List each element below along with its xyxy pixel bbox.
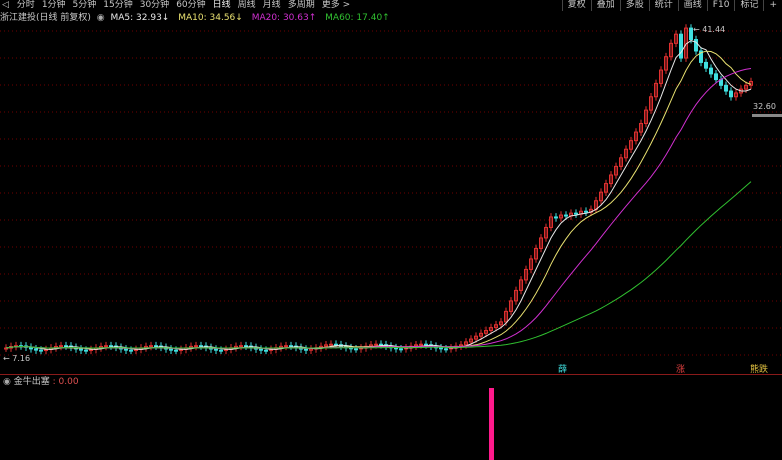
candle-body	[304, 348, 308, 351]
indicator-name: 金牛出塞	[13, 377, 50, 387]
candle-body	[124, 348, 128, 351]
candle-body	[439, 347, 443, 350]
candle-body	[194, 345, 198, 348]
candle-body	[59, 345, 63, 348]
candle-body	[564, 214, 568, 217]
candle-body	[34, 348, 38, 351]
high-price-label: ← 41.44	[693, 25, 725, 34]
indicator-icon[interactable]: ◉	[3, 377, 11, 387]
candle-body	[584, 210, 588, 213]
indicator-signal-bar	[489, 388, 494, 460]
candle-body	[129, 349, 133, 352]
ma10-line	[5, 50, 752, 349]
panel-divider	[0, 374, 782, 375]
candle-body	[149, 345, 153, 348]
candle-body	[714, 73, 718, 81]
candle-body	[399, 348, 403, 351]
candle-body	[169, 348, 173, 351]
candle-body	[354, 348, 358, 351]
candle-body	[264, 349, 268, 352]
ma20-line	[5, 68, 752, 349]
low-price-label: ← 7.16	[3, 354, 30, 363]
candle-body	[84, 349, 88, 352]
candle-body	[679, 33, 683, 59]
candle-body	[444, 348, 448, 351]
candle-body	[329, 343, 333, 346]
candle-body	[219, 349, 223, 352]
indicator-value: : 0.00	[52, 377, 79, 387]
candle-body	[574, 212, 578, 215]
candle-body	[374, 343, 378, 346]
ma60-line	[5, 181, 752, 349]
current-price-label: 32.60	[753, 102, 776, 111]
ma5-line	[5, 40, 752, 350]
candle-body	[244, 345, 248, 348]
candle-body	[729, 90, 733, 98]
candle-body	[704, 61, 708, 69]
candle-body	[104, 345, 108, 348]
candle-body	[79, 348, 83, 351]
candle-body	[554, 216, 558, 219]
candle-body	[694, 39, 698, 52]
candle-body	[289, 345, 293, 348]
candle-body	[39, 349, 43, 352]
candle-body	[239, 345, 243, 348]
candle-body	[419, 343, 423, 346]
current-price-marker	[752, 114, 782, 117]
candle-body	[199, 345, 203, 348]
candle-body	[284, 345, 288, 348]
candle-body	[214, 348, 218, 351]
candle-body	[259, 348, 263, 351]
indicator-info: ◉ 金牛出塞 : 0.00	[3, 377, 79, 388]
candle-body	[724, 84, 728, 92]
candlestick-chart[interactable]: ← 41.4432.60← 7.16薛涨熊跌	[0, 0, 782, 460]
candle-body	[174, 349, 178, 352]
candle-body	[709, 67, 713, 75]
